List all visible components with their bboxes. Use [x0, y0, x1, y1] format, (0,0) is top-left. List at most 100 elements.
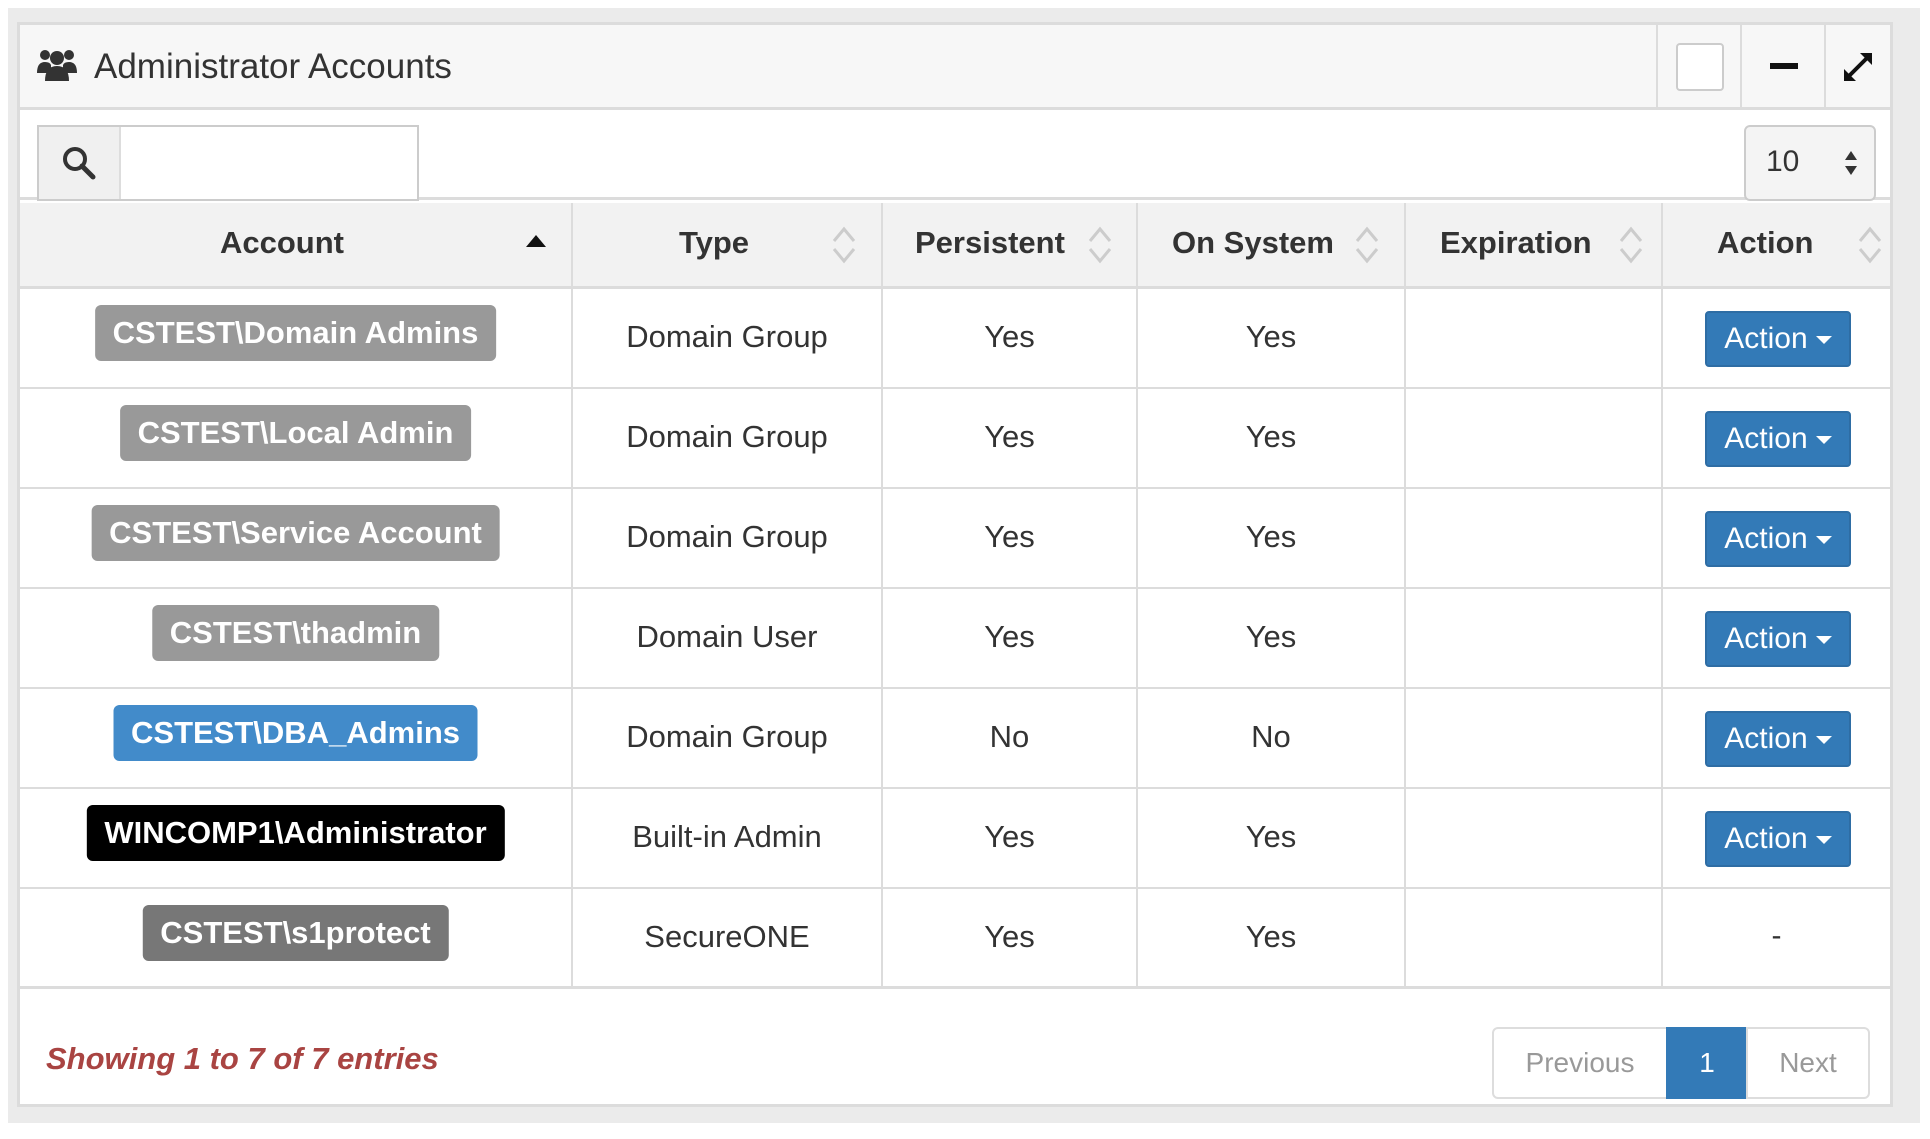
on-system-cell: Yes [1138, 289, 1406, 387]
panel-header: Administrator Accounts [20, 25, 1890, 110]
column-header-label: Persistent [915, 225, 1065, 260]
column-header-action[interactable]: Action [1663, 203, 1890, 286]
checkbox-icon[interactable] [1676, 43, 1724, 91]
page-size-value: 10 [1766, 145, 1800, 178]
account-cell: CSTEST\Service Account [20, 489, 573, 587]
column-header-label: Action [1717, 225, 1814, 260]
on-system-value: Yes [1245, 419, 1297, 454]
table-header-row: Account Type Persistent On System Expira… [20, 203, 1890, 289]
type-value: Domain Group [626, 419, 828, 454]
type-value: Domain Group [626, 319, 828, 354]
action-cell: - [1663, 889, 1890, 987]
caret-down-icon [1815, 736, 1832, 745]
on-system-value: No [1251, 719, 1291, 754]
column-header-type[interactable]: Type [573, 203, 883, 286]
on-system-cell: No [1138, 689, 1406, 787]
type-cell: SecureONE [573, 889, 883, 987]
sort-both-icon [1088, 226, 1112, 264]
type-cell: Built-in Admin [573, 789, 883, 887]
entries-info: Showing 1 to 7 of 7 entries [46, 1041, 439, 1076]
on-system-value: Yes [1245, 619, 1297, 654]
persistent-cell: No [883, 689, 1138, 787]
type-value: Domain Group [626, 719, 828, 754]
column-header-expiration[interactable]: Expiration [1406, 203, 1663, 286]
account-label[interactable]: CSTEST\thadmin [151, 605, 440, 661]
account-label[interactable]: CSTEST\Service Account [91, 505, 500, 561]
expand-button[interactable] [1824, 25, 1890, 107]
expiration-cell [1406, 289, 1663, 387]
action-dropdown-button[interactable]: Action [1705, 511, 1851, 567]
expiration-cell [1406, 489, 1663, 587]
type-cell: Domain User [573, 589, 883, 687]
sort-both-icon [1619, 226, 1643, 264]
search-icon [63, 147, 96, 180]
sort-both-icon [832, 226, 856, 264]
expand-icon [1844, 53, 1872, 81]
persistent-value: No [989, 719, 1030, 754]
on-system-value: Yes [1245, 819, 1297, 854]
account-label[interactable]: WINCOMP1\Administrator [86, 805, 505, 861]
account-label[interactable]: CSTEST\DBA_Admins [113, 705, 478, 761]
action-button-label: Action [1724, 622, 1808, 655]
expiration-cell [1406, 389, 1663, 487]
page-size-select[interactable]: 10 [1744, 125, 1876, 201]
table-row: CSTEST\DBA_Admins Domain Group No No Act… [20, 689, 1890, 789]
no-action-placeholder: - [1771, 919, 1782, 952]
table-row: CSTEST\Local Admin Domain Group Yes Yes … [20, 389, 1890, 489]
minimize-button[interactable] [1740, 25, 1824, 107]
select-toggle-button[interactable] [1656, 25, 1740, 107]
account-label[interactable]: CSTEST\Local Admin [119, 405, 472, 461]
persistent-value: Yes [984, 919, 1035, 954]
column-header-on-system[interactable]: On System [1138, 203, 1406, 286]
on-system-cell: Yes [1138, 389, 1406, 487]
action-dropdown-button[interactable]: Action [1705, 711, 1851, 767]
account-cell: CSTEST\Domain Admins [20, 289, 573, 387]
column-header-label: On System [1172, 225, 1334, 260]
persistent-value: Yes [984, 619, 1035, 654]
caret-down-icon [1815, 436, 1832, 445]
persistent-value: Yes [984, 819, 1035, 854]
persistent-cell: Yes [883, 389, 1138, 487]
users-icon [37, 50, 77, 81]
search-addon [39, 127, 121, 199]
select-arrows-icon [1845, 151, 1857, 175]
expiration-cell [1406, 889, 1663, 987]
column-header-persistent[interactable]: Persistent [883, 203, 1138, 286]
action-cell: Action [1663, 289, 1890, 387]
action-dropdown-button[interactable]: Action [1705, 811, 1851, 867]
current-page-button[interactable]: 1 [1666, 1027, 1748, 1099]
next-page-button[interactable]: Next [1746, 1027, 1870, 1099]
action-button-label: Action [1724, 722, 1808, 755]
expiration-cell [1406, 789, 1663, 887]
account-cell: CSTEST\Local Admin [20, 389, 573, 487]
search-input[interactable] [121, 127, 415, 199]
account-label[interactable]: CSTEST\Domain Admins [94, 305, 497, 361]
column-header-account[interactable]: Account [20, 203, 573, 286]
caret-down-icon [1815, 836, 1832, 845]
previous-page-button[interactable]: Previous [1492, 1027, 1668, 1099]
column-header-label: Account [220, 225, 344, 260]
action-dropdown-button[interactable]: Action [1705, 411, 1851, 467]
persistent-cell: Yes [883, 489, 1138, 587]
action-dropdown-button[interactable]: Action [1705, 611, 1851, 667]
type-value: Built-in Admin [632, 819, 822, 854]
action-cell: Action [1663, 689, 1890, 787]
persistent-value: Yes [984, 519, 1035, 554]
table-row: CSTEST\thadmin Domain User Yes Yes Actio… [20, 589, 1890, 689]
table-row: CSTEST\Domain Admins Domain Group Yes Ye… [20, 289, 1890, 389]
on-system-value: Yes [1245, 519, 1297, 554]
panel-title: Administrator Accounts [94, 47, 452, 86]
caret-down-icon [1815, 536, 1832, 545]
column-header-label: Type [679, 225, 750, 260]
expiration-cell [1406, 689, 1663, 787]
type-cell: Domain Group [573, 489, 883, 587]
action-cell: Action [1663, 389, 1890, 487]
caret-down-icon [1815, 336, 1832, 345]
sort-ascending-icon [526, 235, 546, 247]
persistent-value: Yes [984, 419, 1035, 454]
account-label[interactable]: CSTEST\s1protect [142, 905, 449, 961]
expiration-cell [1406, 589, 1663, 687]
action-dropdown-button[interactable]: Action [1705, 311, 1851, 367]
table-row: WINCOMP1\Administrator Built-in Admin Ye… [20, 789, 1890, 889]
on-system-value: Yes [1245, 919, 1297, 954]
